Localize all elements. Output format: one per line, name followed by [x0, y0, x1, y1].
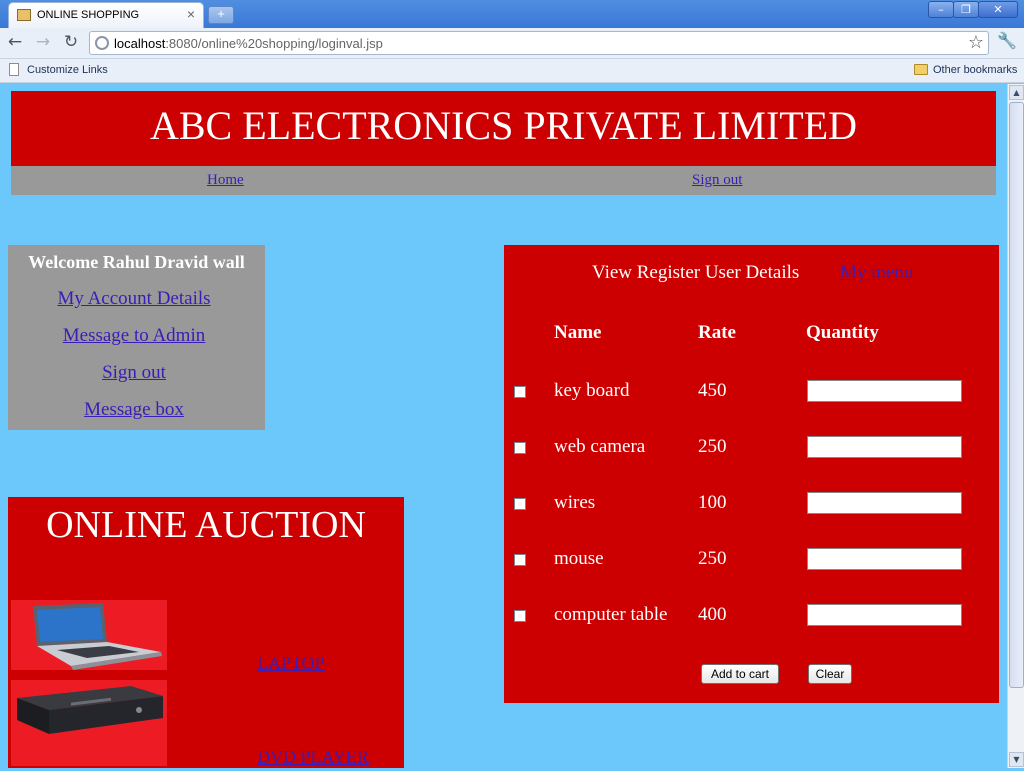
folder-icon: [914, 64, 928, 75]
column-header-rate: Rate: [698, 322, 736, 343]
tab-close-icon[interactable]: ×: [187, 6, 195, 22]
new-tab-button[interactable]: +: [208, 6, 234, 24]
quantity-input[interactable]: [807, 492, 962, 514]
page-icon: [95, 36, 109, 50]
scroll-down-icon[interactable]: ▼: [1009, 752, 1024, 767]
quantity-input[interactable]: [807, 380, 962, 402]
message-admin-link[interactable]: Message to Admin: [8, 325, 260, 347]
welcome-text: Welcome Rahul Dravid wall: [28, 252, 245, 272]
product-name: mouse: [554, 548, 604, 569]
wrench-icon[interactable]: 🔧: [997, 31, 1017, 50]
column-header-quantity: Quantity: [806, 322, 879, 343]
quantity-input[interactable]: [807, 604, 962, 626]
product-form: View Register User Details My menu Name …: [504, 245, 999, 703]
minimize-button[interactable]: –: [928, 1, 954, 18]
nav-signout-link[interactable]: Sign out: [692, 172, 742, 189]
forward-arrow-icon[interactable]: →: [32, 31, 54, 53]
company-name: ABC ELECTRONICS PRIVATE LIMITED: [149, 103, 858, 148]
maximize-button[interactable]: ❐: [953, 1, 979, 18]
view-register-details-text: View Register User Details: [592, 262, 800, 283]
clear-button[interactable]: Clear: [808, 664, 852, 684]
my-menu-link[interactable]: My menu: [840, 262, 913, 284]
product-checkbox[interactable]: [514, 554, 526, 566]
product-row: mouse 250: [504, 544, 999, 574]
product-row: wires 100: [504, 488, 999, 518]
my-account-link[interactable]: My Account Details: [8, 288, 260, 310]
window-titlebar: ONLINE SHOPPING × + – ❐ ✕: [0, 0, 1024, 28]
auction-title: ONLINE AUCTION: [46, 504, 366, 546]
auction-panel: ONLINE AUCTION LAPTOP DVD PLAYER: [8, 497, 404, 768]
product-row: web camera 250: [504, 432, 999, 462]
product-checkbox[interactable]: [514, 498, 526, 510]
product-rate: 100: [698, 492, 727, 513]
url-text: localhost:8080/online%20shopping/loginva…: [114, 36, 383, 51]
favicon-icon: [17, 9, 31, 21]
product-row: computer table 400: [504, 600, 999, 630]
product-checkbox[interactable]: [514, 386, 526, 398]
bookmarks-bar: Customize Links Other bookmarks: [0, 59, 1024, 83]
user-menu: Welcome Rahul Dravid wall My Account Det…: [8, 245, 265, 430]
close-window-button[interactable]: ✕: [978, 1, 1018, 18]
star-icon[interactable]: ☆: [968, 32, 984, 53]
vertical-scrollbar[interactable]: ▲ ▼: [1007, 84, 1024, 768]
laptop-image[interactable]: [11, 600, 167, 670]
reload-icon[interactable]: ↻: [60, 31, 82, 53]
signout-link[interactable]: Sign out: [8, 362, 260, 384]
url-path: :8080/online%20shopping/loginval.jsp: [165, 36, 383, 51]
product-row: key board 450: [504, 376, 999, 406]
quantity-input[interactable]: [807, 548, 962, 570]
add-to-cart-button[interactable]: Add to cart: [701, 664, 779, 684]
product-rate: 400: [698, 604, 727, 625]
laptop-link[interactable]: LAPTOP: [257, 653, 325, 674]
company-banner: ABC ELECTRONICS PRIVATE LIMITED: [11, 91, 996, 166]
back-arrow-icon[interactable]: ←: [4, 31, 26, 53]
product-checkbox[interactable]: [514, 442, 526, 454]
product-name: web camera: [554, 436, 646, 457]
bookmark-customize-links[interactable]: Customize Links: [27, 64, 108, 76]
product-rate: 450: [698, 380, 727, 401]
bookmark-other[interactable]: Other bookmarks: [933, 64, 1017, 76]
page-icon: [9, 63, 19, 76]
tab-title: ONLINE SHOPPING: [37, 9, 140, 21]
product-rate: 250: [698, 548, 727, 569]
quantity-input[interactable]: [807, 436, 962, 458]
product-name: key board: [554, 380, 630, 401]
column-header-name: Name: [554, 322, 602, 343]
scroll-up-icon[interactable]: ▲: [1009, 85, 1024, 100]
url-host: localhost: [114, 36, 166, 51]
top-nav: Home Sign out: [11, 166, 996, 195]
product-name: computer table: [554, 604, 668, 625]
browser-tab[interactable]: ONLINE SHOPPING ×: [8, 2, 204, 28]
browser-toolbar: ← → ↻ localhost:8080/online%20shopping/l…: [0, 28, 1024, 59]
product-name: wires: [554, 492, 596, 513]
product-rate: 250: [698, 436, 727, 457]
product-checkbox[interactable]: [514, 610, 526, 622]
address-bar[interactable]: localhost:8080/online%20shopping/loginva…: [89, 31, 989, 55]
dvd-player-image[interactable]: [11, 680, 167, 766]
nav-home-link[interactable]: Home: [207, 172, 244, 189]
message-box-link[interactable]: Message box: [8, 399, 260, 421]
scroll-thumb[interactable]: [1009, 102, 1024, 688]
dvd-player-link[interactable]: DVD PLAYER: [257, 747, 369, 768]
